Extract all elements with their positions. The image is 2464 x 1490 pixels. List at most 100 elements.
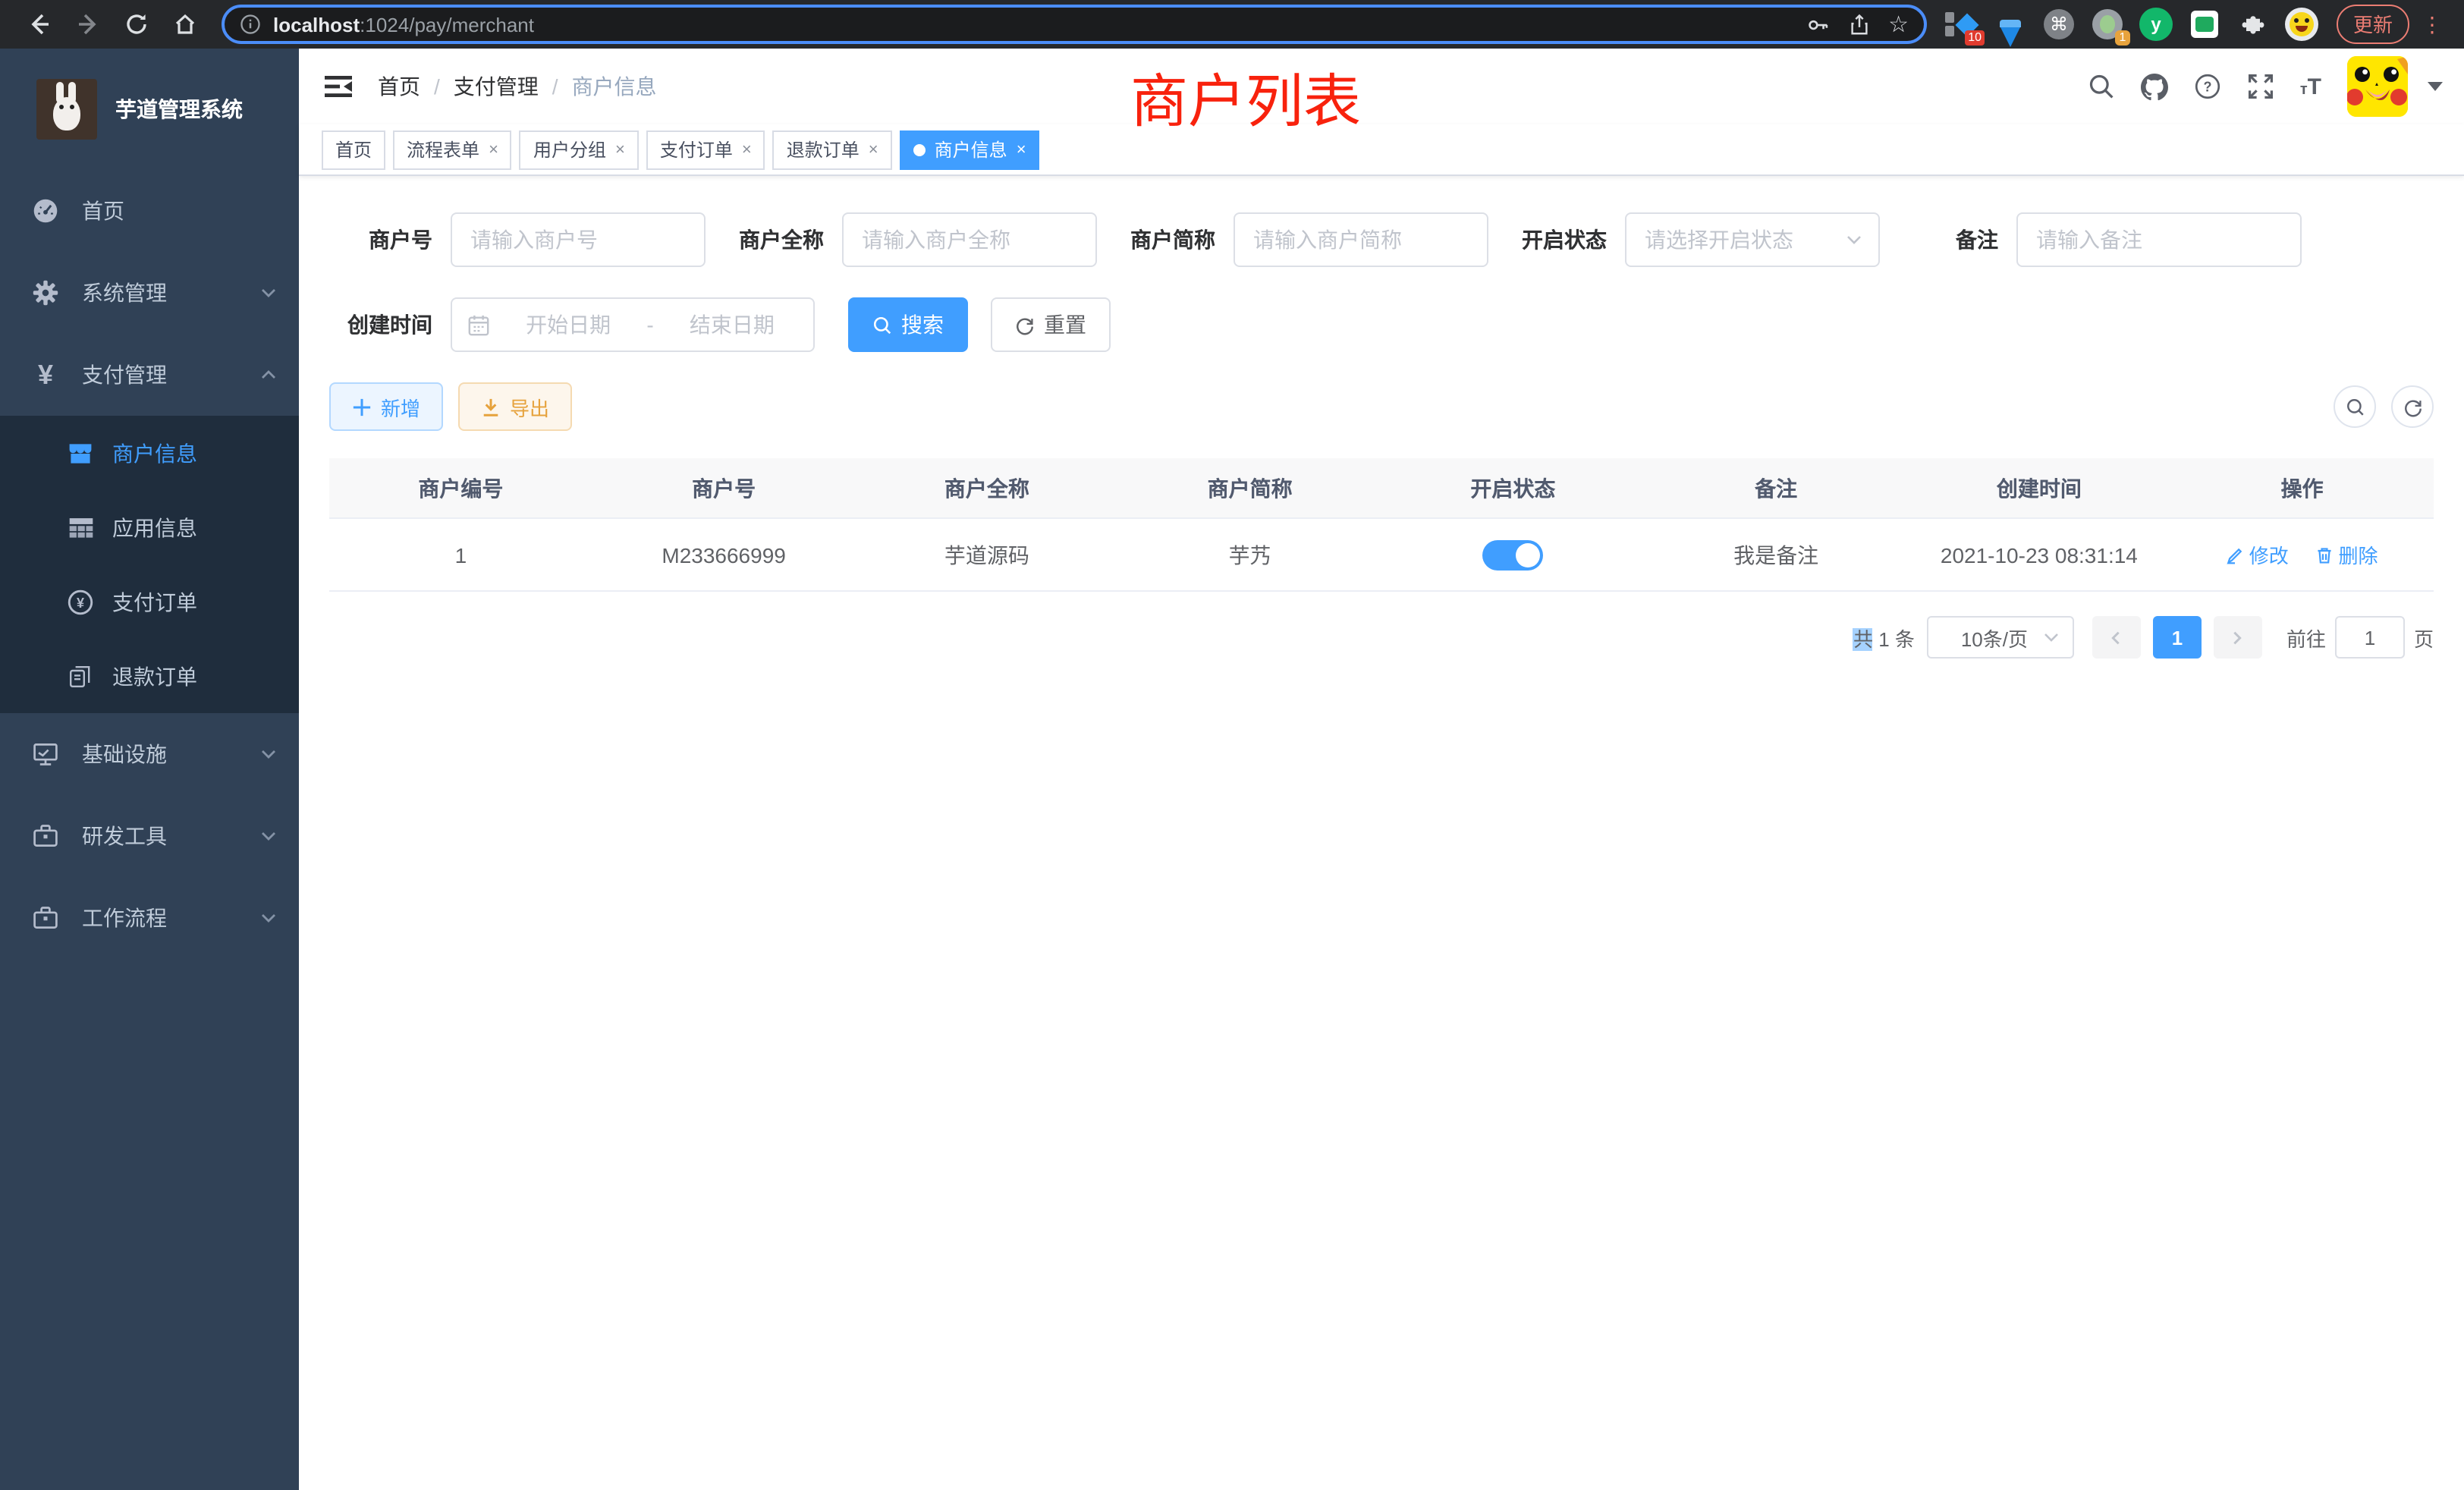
back-icon[interactable] bbox=[27, 12, 52, 36]
profile-emoji-icon[interactable] bbox=[2285, 8, 2318, 41]
github-icon[interactable] bbox=[2141, 73, 2168, 100]
tab-pay-order[interactable]: 支付订单× bbox=[646, 130, 765, 169]
gear-icon bbox=[30, 278, 61, 308]
sidebar-fold-icon[interactable] bbox=[323, 71, 354, 102]
extensions-puzzle-icon[interactable] bbox=[2236, 8, 2270, 41]
help-icon[interactable]: ? bbox=[2194, 73, 2221, 100]
extensions-row: 10 ⌘ 1 y bbox=[1945, 8, 2318, 41]
share-icon[interactable] bbox=[1847, 13, 1870, 36]
sidebar-item-refund-order[interactable]: 退款订单 bbox=[0, 639, 299, 713]
document-copy-icon bbox=[67, 662, 94, 690]
tab-merchant-info[interactable]: 商户信息× bbox=[900, 130, 1040, 169]
search-icon bbox=[872, 315, 892, 335]
refresh-icon bbox=[1015, 315, 1035, 335]
status-select[interactable]: 请选择开启状态 bbox=[1625, 212, 1880, 267]
tab-refund-order[interactable]: 退款订单× bbox=[773, 130, 892, 169]
search-icon[interactable] bbox=[2088, 73, 2115, 100]
tab-user-group[interactable]: 用户分组× bbox=[520, 130, 639, 169]
full-name-input[interactable] bbox=[842, 212, 1097, 267]
sidebar-item-app-info[interactable]: 应用信息 bbox=[0, 490, 299, 564]
extension-tester-icon[interactable]: 1 bbox=[2091, 8, 2124, 41]
calendar-icon bbox=[467, 313, 490, 336]
sidebar-item-home[interactable]: 首页 bbox=[0, 170, 299, 252]
page-size-select[interactable]: 10条/页 bbox=[1927, 616, 2074, 659]
breadcrumb-home[interactable]: 首页 bbox=[378, 71, 420, 102]
breadcrumb-pay[interactable]: 支付管理 bbox=[454, 71, 539, 102]
svg-text:¥: ¥ bbox=[77, 595, 84, 610]
date-range-picker[interactable]: 开始日期 - 结束日期 bbox=[451, 297, 815, 352]
date-end-placeholder[interactable]: 结束日期 bbox=[666, 310, 798, 340]
extension-command-icon[interactable]: ⌘ bbox=[2042, 8, 2076, 41]
bookmark-star-icon[interactable]: ☆ bbox=[1888, 13, 1909, 36]
reload-icon[interactable] bbox=[124, 12, 149, 36]
sidebar-item-pay[interactable]: ¥ 支付管理 bbox=[0, 334, 299, 416]
chevron-down-icon bbox=[259, 909, 278, 927]
extension-diamond-icon[interactable]: 10 bbox=[1945, 8, 1978, 41]
chevron-right-icon bbox=[2230, 629, 2246, 646]
add-button[interactable]: 新增 bbox=[329, 382, 443, 431]
browser-menu-icon[interactable]: ⋮ bbox=[2422, 17, 2443, 32]
tab-process-form[interactable]: 流程表单× bbox=[393, 130, 512, 169]
page-1-button[interactable]: 1 bbox=[2153, 616, 2202, 659]
goto-label: 前往 bbox=[2286, 623, 2326, 652]
close-icon[interactable]: × bbox=[489, 140, 498, 159]
app-logo-row[interactable]: 芋道管理系统 bbox=[0, 49, 299, 170]
url-text[interactable]: localhost:1024/pay/merchant bbox=[273, 13, 1794, 36]
page-header: 首页 / 支付管理 / 商户信息 ? bbox=[299, 49, 2464, 124]
yen-icon: ¥ bbox=[30, 360, 61, 390]
site-info-icon[interactable] bbox=[240, 14, 261, 35]
close-icon[interactable]: × bbox=[742, 140, 752, 159]
status-toggle[interactable] bbox=[1482, 539, 1543, 570]
cell-merchant-no: M233666999 bbox=[592, 542, 856, 567]
extension-y-icon[interactable]: y bbox=[2139, 8, 2173, 41]
avatar-caret-icon[interactable] bbox=[2428, 82, 2443, 91]
cell-id: 1 bbox=[329, 542, 592, 567]
cell-short-name: 芋艿 bbox=[1118, 539, 1381, 570]
red-annotation: 商户列表 bbox=[1130, 55, 1361, 138]
toggle-search-button[interactable] bbox=[2334, 385, 2376, 428]
short-name-input[interactable] bbox=[1234, 212, 1488, 267]
sidebar-item-merchant-info[interactable]: 商户信息 bbox=[0, 416, 299, 490]
prev-page-button[interactable] bbox=[2092, 616, 2141, 659]
font-size-icon[interactable]: тT bbox=[2300, 74, 2321, 99]
extension-gem-icon[interactable] bbox=[1994, 8, 2027, 41]
full-name-label: 商户全称 bbox=[721, 225, 824, 255]
sidebar-item-dev-tools[interactable]: 研发工具 bbox=[0, 795, 299, 877]
export-button[interactable]: 导出 bbox=[458, 382, 572, 431]
remark-input[interactable] bbox=[2016, 212, 2302, 267]
avatar[interactable] bbox=[2347, 56, 2408, 117]
forward-icon[interactable] bbox=[76, 12, 100, 36]
delete-link[interactable]: 删除 bbox=[2316, 540, 2378, 569]
refresh-table-button[interactable] bbox=[2391, 385, 2434, 428]
close-icon[interactable]: × bbox=[615, 140, 625, 159]
create-time-label: 创建时间 bbox=[329, 310, 432, 340]
browser-update-button[interactable]: 更新 bbox=[2337, 5, 2409, 44]
password-key-icon[interactable] bbox=[1806, 13, 1829, 36]
sidebar-item-system[interactable]: 系统管理 bbox=[0, 252, 299, 334]
reset-button[interactable]: 重置 bbox=[991, 297, 1111, 352]
sidebar-item-infra[interactable]: 基础设施 bbox=[0, 713, 299, 795]
date-start-placeholder[interactable]: 开始日期 bbox=[502, 310, 634, 340]
sidebar-item-workflow[interactable]: 工作流程 bbox=[0, 877, 299, 959]
briefcase-icon bbox=[30, 903, 61, 933]
edit-link[interactable]: 修改 bbox=[2227, 540, 2289, 569]
close-icon[interactable]: × bbox=[1017, 140, 1026, 159]
sidebar-item-pay-order[interactable]: ¥ 支付订单 bbox=[0, 564, 299, 639]
fullscreen-icon[interactable] bbox=[2247, 73, 2274, 100]
search-button[interactable]: 搜索 bbox=[848, 297, 968, 352]
search-icon bbox=[2345, 397, 2365, 417]
svg-text:?: ? bbox=[2203, 79, 2211, 94]
next-page-button[interactable] bbox=[2214, 616, 2262, 659]
breadcrumb-current: 商户信息 bbox=[572, 71, 657, 102]
home-icon[interactable] bbox=[173, 12, 197, 36]
tab-home[interactable]: 首页 bbox=[322, 130, 385, 169]
goto-page-input[interactable] bbox=[2335, 616, 2405, 659]
monitor-icon bbox=[30, 739, 61, 769]
extension-notes-icon[interactable] bbox=[2188, 8, 2221, 41]
close-icon[interactable]: × bbox=[869, 140, 878, 159]
chevron-down-icon bbox=[1845, 231, 1863, 249]
table-toolbar: 新增 导出 bbox=[329, 382, 2434, 431]
address-bar[interactable]: localhost:1024/pay/merchant ☆ bbox=[222, 5, 1927, 44]
merchant-no-input[interactable] bbox=[451, 212, 706, 267]
total-count: 共 1 条 bbox=[1853, 623, 1915, 652]
